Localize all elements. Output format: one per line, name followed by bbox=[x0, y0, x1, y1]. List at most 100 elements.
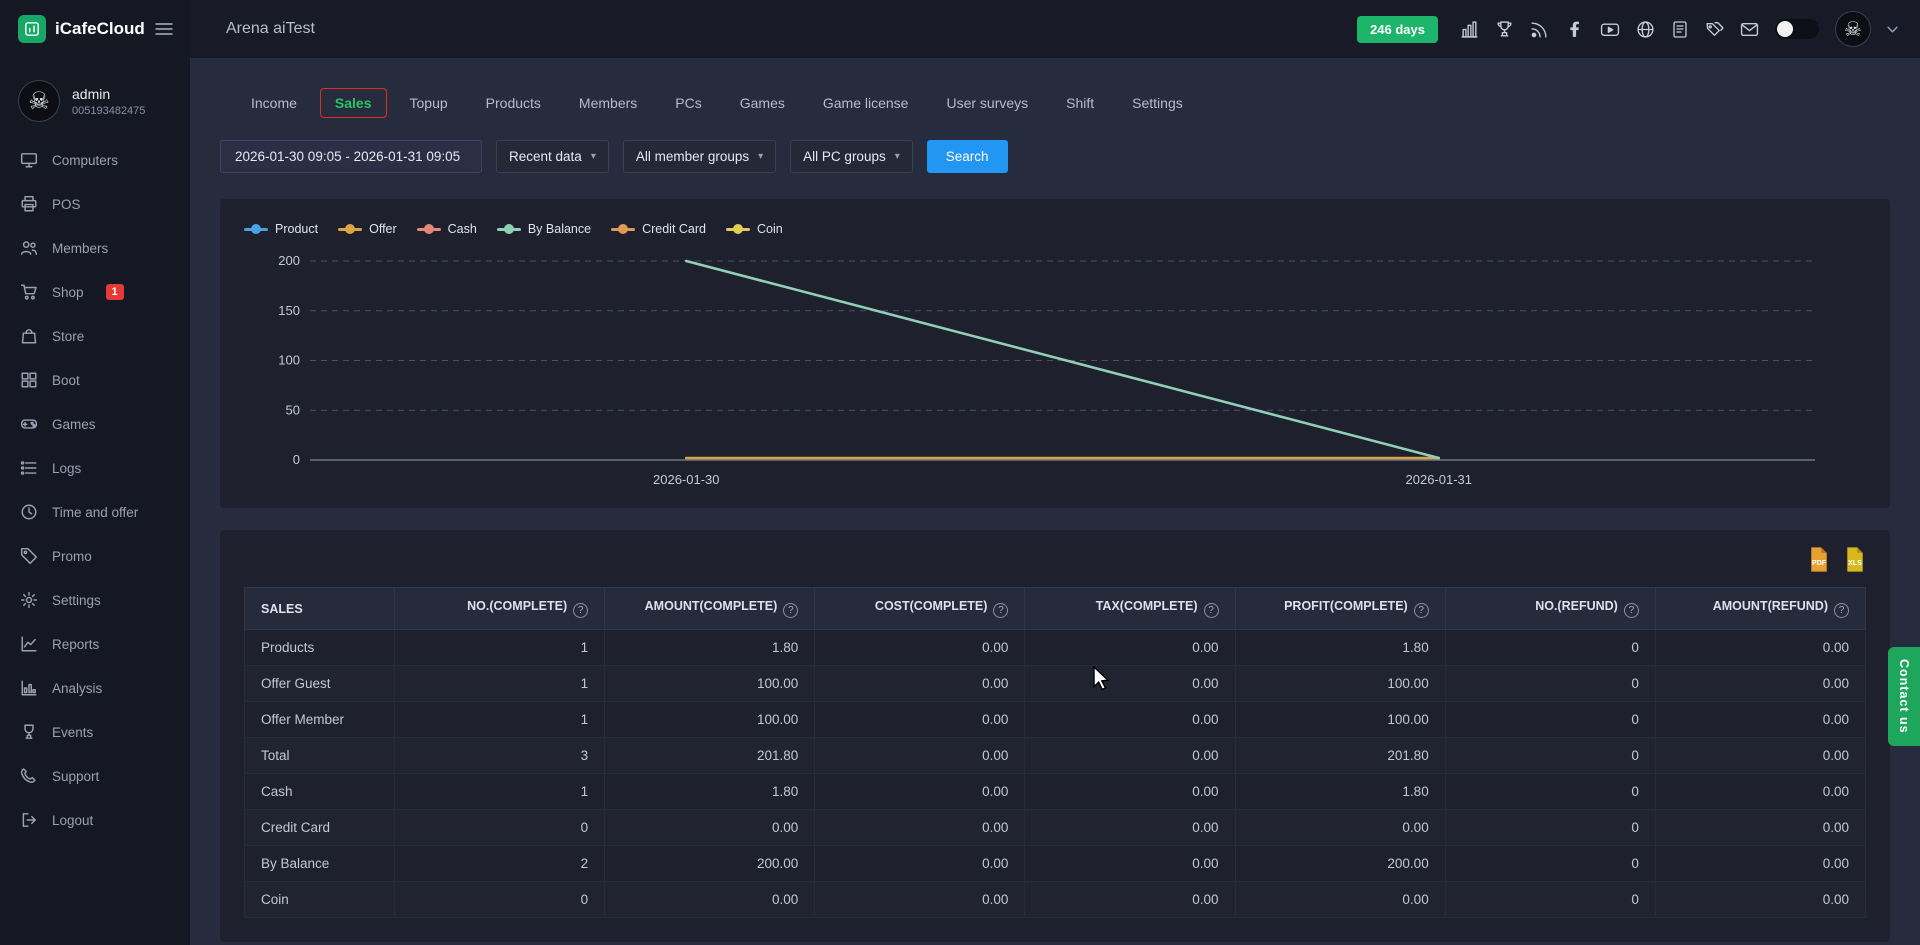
globe-icon[interactable] bbox=[1636, 20, 1655, 39]
shop-badge: 1 bbox=[106, 284, 124, 300]
user-block[interactable]: ☠ admin 005193482475 bbox=[0, 58, 190, 138]
topbar: iCafeCloud Arena aiTest 246 days bbox=[0, 0, 1920, 58]
tab-income[interactable]: Income bbox=[236, 88, 312, 118]
legend-label: Cash bbox=[448, 222, 477, 236]
tab-game-license[interactable]: Game license bbox=[808, 88, 924, 118]
legend-item-coin[interactable]: Coin bbox=[726, 222, 783, 236]
youtube-icon[interactable] bbox=[1600, 20, 1620, 39]
hamburger-menu-icon[interactable] bbox=[154, 21, 174, 37]
data-mode-select[interactable]: Recent data ▾ bbox=[496, 140, 609, 173]
cell-value: 100.00 bbox=[1235, 666, 1445, 702]
legend-item-product[interactable]: Product bbox=[244, 222, 318, 236]
tab-topup[interactable]: Topup bbox=[395, 88, 463, 118]
export-pdf-icon[interactable]: PDF bbox=[1808, 546, 1830, 573]
user-avatar[interactable]: ☠ bbox=[1835, 11, 1871, 47]
cell-value: 0 bbox=[1445, 630, 1655, 666]
theme-toggle[interactable] bbox=[1775, 19, 1819, 39]
export-excel-icon[interactable]: XLS bbox=[1844, 546, 1866, 573]
sales-chart-panel: Product Offer Cash By Balance Credit Card Coi… bbox=[220, 199, 1890, 508]
legend-marker-icon bbox=[338, 224, 362, 234]
legend-item-by-balance[interactable]: By Balance bbox=[497, 222, 591, 236]
tab-sales[interactable]: Sales bbox=[320, 88, 387, 118]
search-button[interactable]: Search bbox=[927, 140, 1008, 173]
tab-pcs[interactable]: PCs bbox=[660, 88, 716, 118]
sidebar-item-logout[interactable]: Logout bbox=[0, 798, 190, 842]
legend-marker-icon bbox=[244, 224, 268, 234]
help-icon[interactable]: ? bbox=[993, 603, 1008, 618]
cell-value: 0.00 bbox=[1025, 738, 1235, 774]
export-row: PDF XLS bbox=[244, 546, 1866, 573]
contact-us-button[interactable]: Contact us bbox=[1888, 647, 1920, 746]
help-icon[interactable]: ? bbox=[573, 603, 588, 618]
sidebar-item-settings[interactable]: Settings bbox=[0, 578, 190, 622]
member-groups-select[interactable]: All member groups ▾ bbox=[623, 140, 776, 173]
sidebar-item-boot[interactable]: Boot bbox=[0, 358, 190, 402]
help-icon[interactable]: ? bbox=[1624, 603, 1639, 618]
legend-label: By Balance bbox=[528, 222, 591, 236]
icafecloud-logo-icon bbox=[18, 15, 46, 43]
legend-item-offer[interactable]: Offer bbox=[338, 222, 397, 236]
facebook-icon[interactable] bbox=[1565, 20, 1584, 39]
main-content: Income Sales Topup Products Members PCs Games G… bbox=[190, 58, 1920, 945]
sidebar-item-games[interactable]: Games bbox=[0, 402, 190, 446]
tab-members[interactable]: Members bbox=[564, 88, 652, 118]
cafe-name-title: Arena aiTest bbox=[226, 20, 315, 38]
sidebar-item-computers[interactable]: Computers bbox=[0, 138, 190, 182]
sidebar-item-events[interactable]: Events bbox=[0, 710, 190, 754]
icafecloud-logo[interactable]: iCafeCloud bbox=[18, 15, 145, 43]
sidebar-item-analysis[interactable]: Analysis bbox=[0, 666, 190, 710]
analytics-icon[interactable] bbox=[1460, 20, 1479, 39]
tab-shift[interactable]: Shift bbox=[1051, 88, 1109, 118]
help-icon[interactable]: ? bbox=[1204, 603, 1219, 618]
sidebar-item-members[interactable]: Members bbox=[0, 226, 190, 270]
legend-item-cash[interactable]: Cash bbox=[417, 222, 477, 236]
tab-products[interactable]: Products bbox=[471, 88, 556, 118]
row-label: Products bbox=[245, 630, 395, 666]
logs-list-icon bbox=[20, 459, 38, 477]
sidebar-item-promo[interactable]: Promo bbox=[0, 534, 190, 578]
cell-value: 0.00 bbox=[815, 846, 1025, 882]
pos-icon bbox=[20, 195, 38, 213]
cell-value: 0.00 bbox=[1655, 666, 1865, 702]
sidebar-item-support[interactable]: Support bbox=[0, 754, 190, 798]
help-icon[interactable]: ? bbox=[1414, 603, 1429, 618]
sidebar-item-pos[interactable]: POS bbox=[0, 182, 190, 226]
license-days-badge[interactable]: 246 days bbox=[1357, 16, 1438, 43]
cell-value: 0.00 bbox=[815, 810, 1025, 846]
svg-text:50: 50 bbox=[286, 402, 300, 417]
trophy-icon[interactable] bbox=[1495, 20, 1514, 39]
docs-icon[interactable] bbox=[1671, 20, 1689, 39]
sidebar: ☠ admin 005193482475 Computers POS Membe… bbox=[0, 58, 190, 945]
computers-icon bbox=[20, 151, 38, 169]
sidebar-item-reports[interactable]: Reports bbox=[0, 622, 190, 666]
rss-icon[interactable] bbox=[1530, 20, 1549, 39]
cell-value: 0.00 bbox=[1025, 666, 1235, 702]
tab-games[interactable]: Games bbox=[725, 88, 800, 118]
pc-groups-select[interactable]: All PC groups ▾ bbox=[790, 140, 913, 173]
user-id: 005193482475 bbox=[72, 105, 145, 117]
table-row: Offer Guest1100.000.000.00100.0000.00 bbox=[245, 666, 1866, 702]
tags-icon[interactable] bbox=[1705, 20, 1724, 39]
legend-marker-icon bbox=[497, 224, 521, 234]
date-range-input[interactable]: 2026-01-30 09:05 - 2026-01-31 09:05 bbox=[220, 140, 482, 173]
cell-value: 1.80 bbox=[605, 774, 815, 810]
svg-text:0: 0 bbox=[293, 452, 300, 467]
help-icon[interactable]: ? bbox=[1834, 603, 1849, 618]
sidebar-item-time-and-offer[interactable]: Time and offer bbox=[0, 490, 190, 534]
topbar-right: 246 days ☠ bbox=[1357, 11, 1920, 47]
sidebar-item-shop[interactable]: Shop 1 bbox=[0, 270, 190, 314]
sidebar-item-logs[interactable]: Logs bbox=[0, 446, 190, 490]
cell-value: 201.80 bbox=[605, 738, 815, 774]
tab-user-surveys[interactable]: User surveys bbox=[931, 88, 1043, 118]
sidebar-item-store[interactable]: Store bbox=[0, 314, 190, 358]
cell-value: 0.00 bbox=[1025, 702, 1235, 738]
tab-settings[interactable]: Settings bbox=[1117, 88, 1198, 118]
cell-value: 0.00 bbox=[815, 630, 1025, 666]
mail-icon[interactable] bbox=[1740, 20, 1759, 39]
chevron-down-icon[interactable] bbox=[1887, 26, 1898, 33]
legend-marker-icon bbox=[726, 224, 750, 234]
help-icon[interactable]: ? bbox=[783, 603, 798, 618]
cell-value: 1 bbox=[395, 774, 605, 810]
legend-item-credit-card[interactable]: Credit Card bbox=[611, 222, 706, 236]
table-row: Total3201.800.000.00201.8000.00 bbox=[245, 738, 1866, 774]
